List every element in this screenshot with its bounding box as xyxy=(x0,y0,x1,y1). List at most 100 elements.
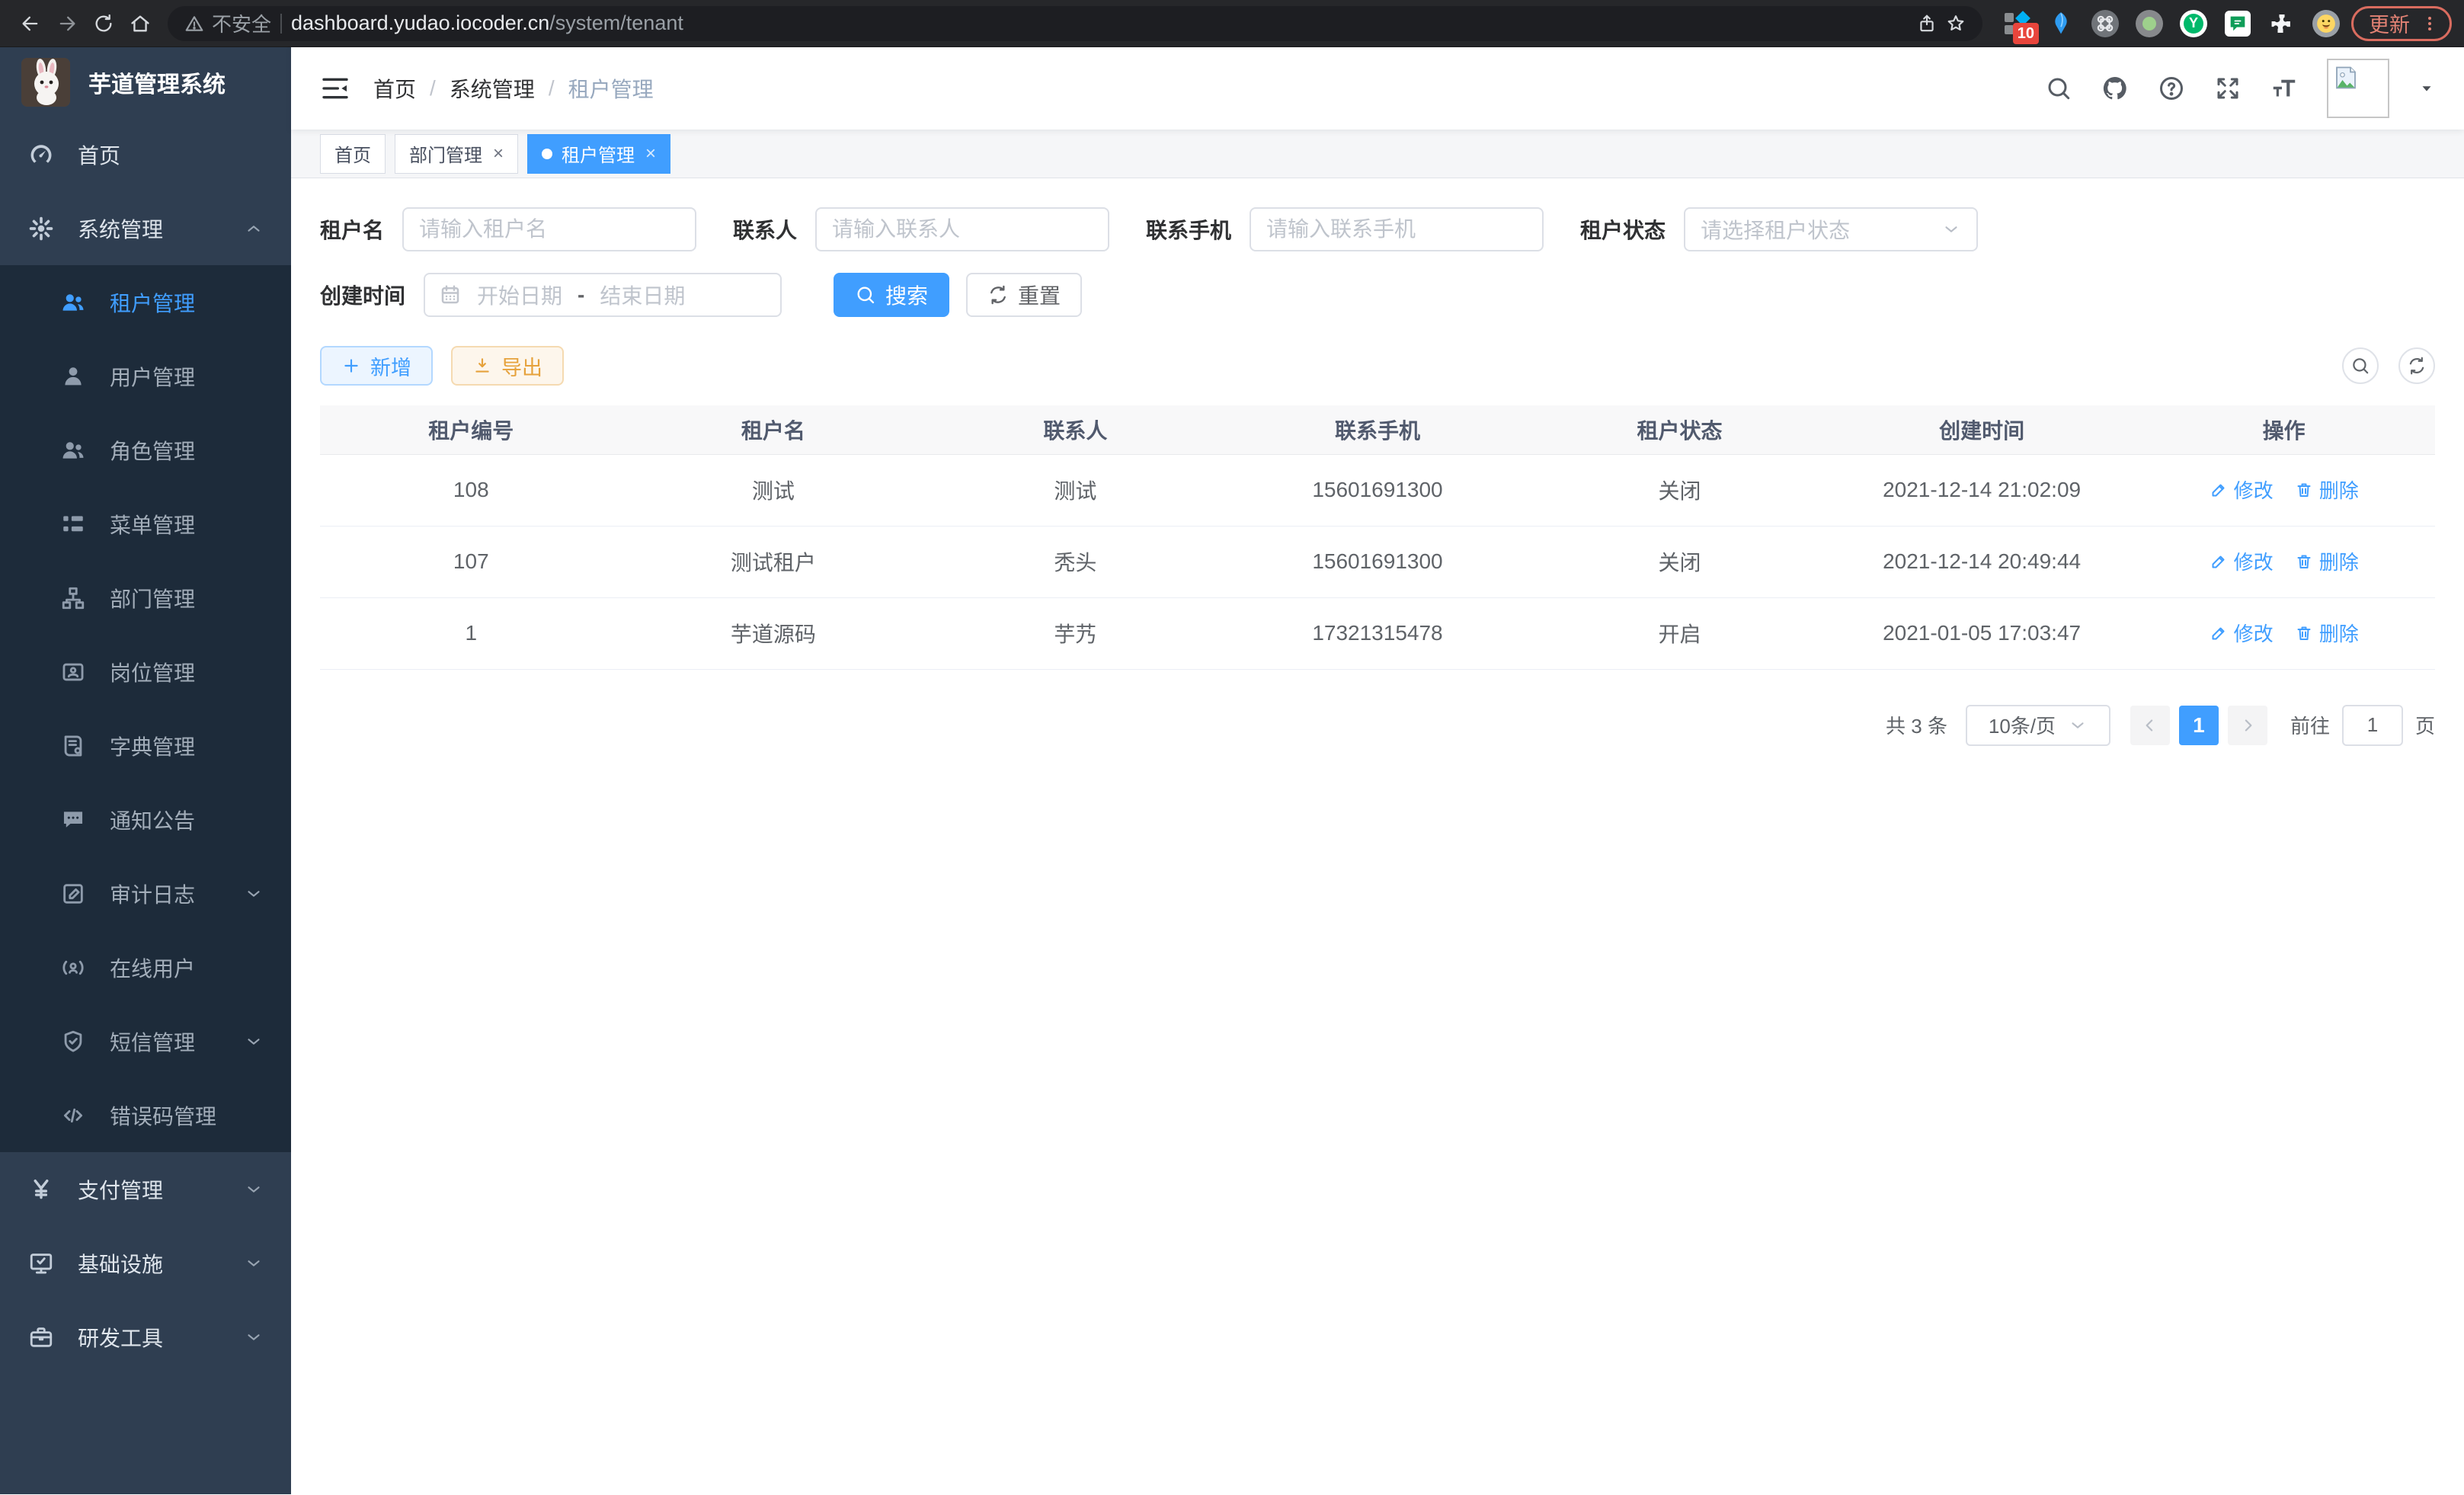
chevron-down-icon xyxy=(244,1032,264,1052)
sidebar-item-10[interactable]: 审计日志 xyxy=(0,856,291,930)
sidebar-menu: 首页系统管理租户管理用户管理角色管理菜单管理部门管理岗位管理字典管理通知公告审计… xyxy=(0,117,291,1374)
help-icon[interactable] xyxy=(2158,75,2185,102)
breadcrumb-item[interactable]: 首页 xyxy=(373,73,416,104)
recorder-extension-icon[interactable] xyxy=(2135,9,2164,38)
show-search-button[interactable] xyxy=(2342,347,2379,384)
page-size-select[interactable]: 10条/页 xyxy=(1966,705,2110,746)
back-icon[interactable] xyxy=(12,5,49,42)
contact-cell: 测试 xyxy=(924,454,1227,526)
refresh-table-button[interactable] xyxy=(2398,347,2435,384)
search-button[interactable]: 搜索 xyxy=(834,273,949,317)
hamburger-icon[interactable] xyxy=(320,73,350,104)
search-field: 租户状态请选择租户状态 xyxy=(1580,207,1978,251)
edit-button[interactable]: 修改 xyxy=(2210,547,2274,575)
next-page-button[interactable] xyxy=(2228,706,2267,745)
sidebar-item-11[interactable]: 在线用户 xyxy=(0,930,291,1004)
search-icon[interactable] xyxy=(2045,75,2072,102)
kebab-menu-icon[interactable] xyxy=(2421,14,2439,33)
sidebar-item-1[interactable]: 系统管理 xyxy=(0,191,291,265)
field-label: 创建时间 xyxy=(320,280,405,310)
kite-extension-icon[interactable] xyxy=(2046,9,2075,38)
sidebar-item-9[interactable]: 通知公告 xyxy=(0,783,291,856)
add-button[interactable]: 新增 xyxy=(320,346,433,386)
tenant-status-select[interactable]: 请选择租户状态 xyxy=(1684,207,1978,251)
reload-icon[interactable] xyxy=(85,5,122,42)
contact-cell: 芋艿 xyxy=(924,597,1227,669)
sidebar-item-7[interactable]: 岗位管理 xyxy=(0,635,291,709)
goto-page-input[interactable] xyxy=(2342,705,2403,746)
status-cell: 关闭 xyxy=(1528,526,1831,597)
export-button[interactable]: 导出 xyxy=(451,346,564,386)
created-cell: 2021-12-14 20:49:44 xyxy=(1831,526,2133,597)
security-status[interactable]: 不安全 xyxy=(184,9,271,37)
tab-manager-extension-icon[interactable]: 10 xyxy=(2002,9,2031,38)
fullscreen-icon[interactable] xyxy=(2214,75,2242,102)
share-icon[interactable] xyxy=(1917,14,1937,34)
search-form-row-1: 租户名联系人联系手机租户状态请选择租户状态 xyxy=(320,207,2435,251)
sidebar-item-4[interactable]: 角色管理 xyxy=(0,413,291,487)
sidebar-item-2[interactable]: 租户管理 xyxy=(0,265,291,339)
sidebar-item-15[interactable]: 基础设施 xyxy=(0,1226,291,1300)
avatar[interactable] xyxy=(2327,59,2389,118)
sidebar-item-12[interactable]: 短信管理 xyxy=(0,1004,291,1078)
breadcrumb-separator: / xyxy=(430,76,436,101)
date-range-input[interactable]: 开始日期 - 结束日期 xyxy=(424,273,782,317)
contact-person-input[interactable] xyxy=(815,207,1109,251)
sidebar-item-5[interactable]: 菜单管理 xyxy=(0,487,291,561)
github-icon[interactable] xyxy=(2101,75,2129,102)
edit-label: 修改 xyxy=(2234,619,2274,647)
error-code-icon xyxy=(59,1102,87,1129)
infra-icon xyxy=(27,1250,55,1277)
breadcrumb-item[interactable]: 系统管理 xyxy=(450,73,535,104)
delete-button[interactable]: 删除 xyxy=(2295,475,2359,504)
command-extension-icon[interactable] xyxy=(2091,9,2120,38)
edit-icon xyxy=(2210,481,2228,499)
sidebar-item-label: 错误码管理 xyxy=(110,1100,216,1131)
font-size-icon[interactable] xyxy=(2270,75,2298,102)
column-header: 租户状态 xyxy=(1528,405,1831,454)
sidebar-item-16[interactable]: 研发工具 xyxy=(0,1300,291,1374)
column-header: 租户名 xyxy=(622,405,925,454)
address-bar[interactable]: 不安全 dashboard.yudao.iocoder.cn/system/te… xyxy=(168,6,1982,41)
caret-down-icon[interactable] xyxy=(2418,80,2435,97)
star-icon[interactable] xyxy=(1946,14,1966,34)
yuque-extension-icon[interactable]: Y xyxy=(2179,9,2208,38)
sidebar-item-13[interactable]: 错误码管理 xyxy=(0,1078,291,1152)
delete-button[interactable]: 删除 xyxy=(2295,619,2359,647)
current-page-button[interactable]: 1 xyxy=(2179,706,2219,745)
sidebar-item-6[interactable]: 部门管理 xyxy=(0,561,291,635)
pagination: 共 3 条 10条/页 1 前往 页 xyxy=(320,705,2435,746)
profile-avatar-icon[interactable] xyxy=(2312,9,2341,38)
post-icon xyxy=(59,658,87,686)
online-user-icon xyxy=(59,954,87,981)
edit-label: 修改 xyxy=(2234,547,2274,575)
edit-button[interactable]: 修改 xyxy=(2210,619,2274,647)
table-tools xyxy=(2342,347,2435,384)
close-icon[interactable]: × xyxy=(493,143,504,165)
puzzle-extension-icon[interactable] xyxy=(2267,9,2296,38)
sidebar-item-8[interactable]: 字典管理 xyxy=(0,709,291,783)
delete-icon xyxy=(2295,481,2313,499)
tenant-name-input[interactable] xyxy=(402,207,696,251)
sidebar-item-0[interactable]: 首页 xyxy=(0,117,291,191)
tab-2[interactable]: 租户管理× xyxy=(527,134,670,174)
edit-button[interactable]: 修改 xyxy=(2210,475,2274,504)
sidebar-item-label: 在线用户 xyxy=(110,952,195,983)
sidebar-item-3[interactable]: 用户管理 xyxy=(0,339,291,413)
delete-button[interactable]: 删除 xyxy=(2295,547,2359,575)
close-icon[interactable]: × xyxy=(645,143,656,165)
start-date-placeholder: 开始日期 xyxy=(477,280,562,310)
tab-1[interactable]: 部门管理× xyxy=(395,134,518,174)
forward-icon[interactable] xyxy=(49,5,85,42)
app-logo-row[interactable]: 芋道管理系统 xyxy=(0,47,291,117)
home-icon[interactable] xyxy=(122,5,158,42)
reset-button[interactable]: 重置 xyxy=(966,273,1082,317)
notice-icon xyxy=(59,806,87,834)
prev-page-button[interactable] xyxy=(2130,706,2170,745)
sidebar-item-14[interactable]: 支付管理 xyxy=(0,1152,291,1226)
chat-extension-icon[interactable] xyxy=(2223,9,2252,38)
chrome-update-button[interactable]: 更新 xyxy=(2351,6,2452,41)
tab-0[interactable]: 首页 xyxy=(320,134,386,174)
breadcrumb: 首页/系统管理/租户管理 xyxy=(373,73,654,104)
contact-mobile-input[interactable] xyxy=(1250,207,1544,251)
